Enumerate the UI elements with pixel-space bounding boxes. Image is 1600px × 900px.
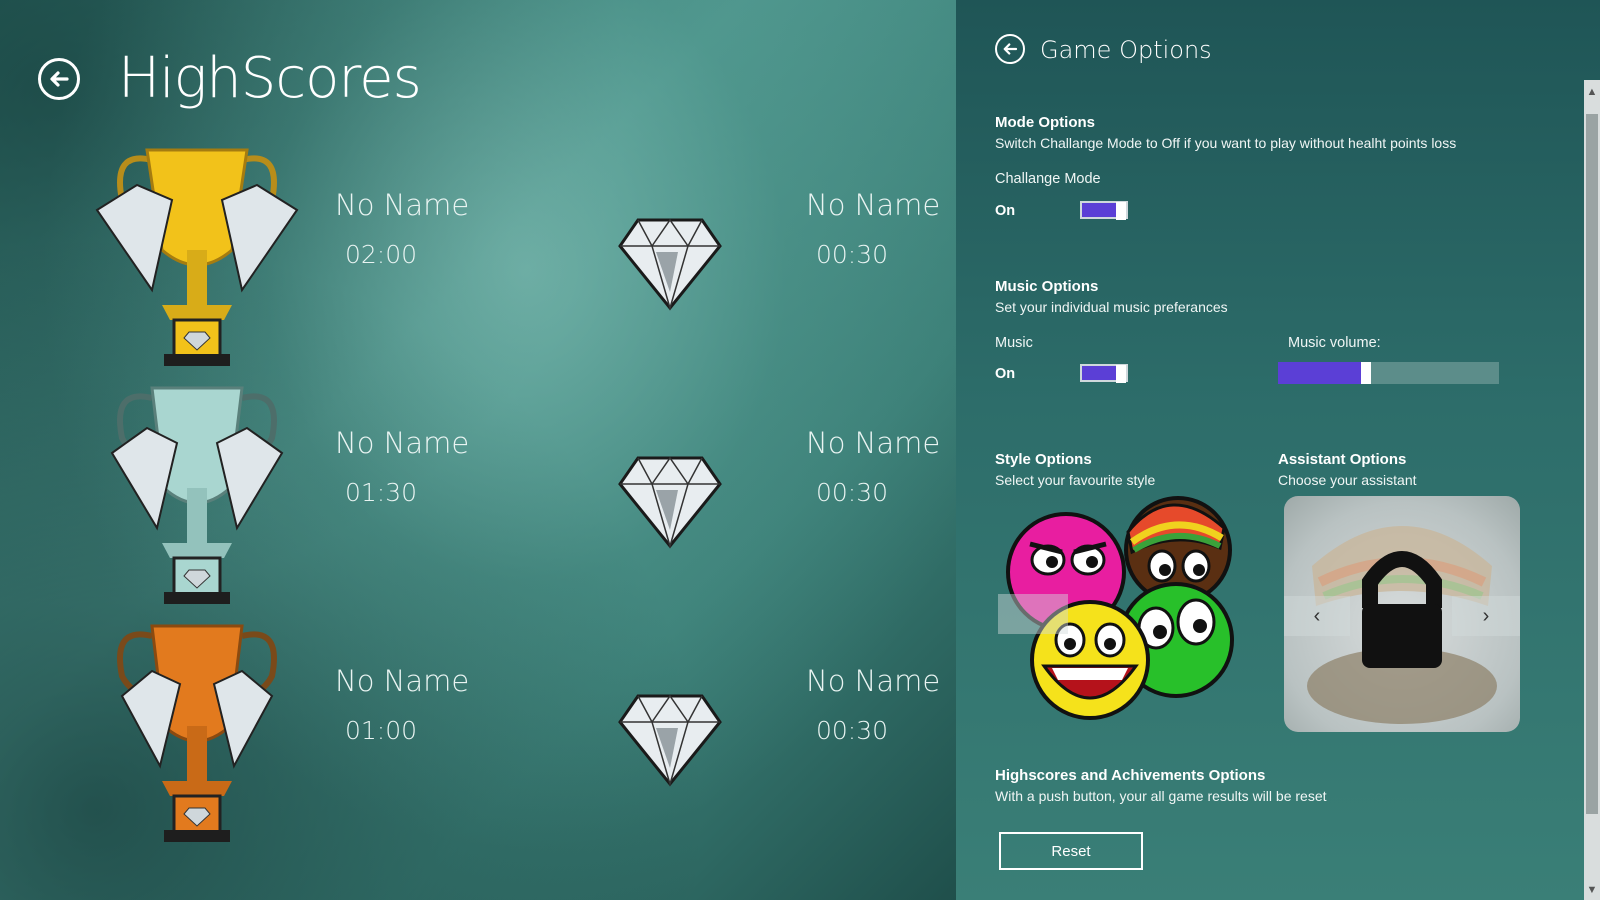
music-volume-label: Music volume: <box>1288 335 1381 351</box>
music-volume-slider[interactable] <box>1278 362 1499 384</box>
options-title: Game Options <box>1040 36 1212 64</box>
score-name-2: No Name <box>335 426 470 460</box>
reset-button[interactable]: Reset <box>999 832 1143 870</box>
highscores-options-title: Highscores and Achivements Options <box>995 767 1266 784</box>
toggle-knob <box>1116 202 1126 220</box>
score-time-2: 01:30 <box>345 478 418 507</box>
score-name-1: No Name <box>335 188 470 222</box>
toggle-knob <box>1116 365 1126 383</box>
style-options-desc: Select your favourite style <box>995 472 1156 488</box>
diamond-icon <box>618 694 722 787</box>
music-state: On <box>995 366 1016 382</box>
music-label: Music <box>995 335 1033 351</box>
back-button[interactable] <box>38 58 80 100</box>
chevron-left-icon: ‹ <box>1313 604 1321 627</box>
arrow-left-icon <box>1003 43 1018 55</box>
scroll-up-arrow-icon[interactable]: ▲ <box>1584 82 1600 102</box>
score-name-4: No Name <box>806 188 941 222</box>
music-options-desc: Set your individual music preferances <box>995 299 1228 315</box>
silver-trophy-icon <box>110 386 284 604</box>
diamond-icon <box>618 218 722 311</box>
assistant-options-desc: Choose your assistant <box>1278 472 1417 488</box>
score-time-3: 01:00 <box>345 716 418 745</box>
style-prev-button[interactable] <box>998 594 1068 634</box>
assistant-options-title: Assistant Options <box>1278 451 1407 468</box>
score-name-6: No Name <box>806 664 941 698</box>
page-title: HighScores <box>118 46 422 111</box>
style-options-title: Style Options <box>995 451 1092 468</box>
diamond-icon <box>618 456 722 549</box>
highscores-panel: HighScores No Name 02:00 No Name 01:30 N… <box>0 0 956 900</box>
scroll-down-arrow-icon[interactable]: ▼ <box>1584 880 1600 900</box>
scroll-thumb[interactable] <box>1586 114 1598 814</box>
assistant-preview[interactable]: ‹ › <box>1284 496 1520 732</box>
score-time-1: 02:00 <box>345 240 418 269</box>
assistant-prev-button[interactable]: ‹ <box>1284 596 1350 636</box>
score-time-5: 00:30 <box>816 478 889 507</box>
challenge-mode-label: Challange Mode <box>995 171 1101 187</box>
chevron-right-icon: › <box>1482 604 1490 627</box>
mode-options-title: Mode Options <box>995 114 1095 131</box>
slider-fill <box>1278 362 1367 384</box>
score-name-3: No Name <box>335 664 470 698</box>
slider-thumb[interactable] <box>1361 362 1372 384</box>
music-toggle[interactable] <box>1080 364 1128 383</box>
highscores-options-desc: With a push button, your all game result… <box>995 788 1327 804</box>
arrow-left-icon <box>50 71 69 87</box>
music-options-title: Music Options <box>995 278 1099 295</box>
options-back-button[interactable] <box>995 34 1025 64</box>
challenge-mode-toggle[interactable] <box>1080 201 1128 220</box>
scrollbar[interactable]: ▲ ▼ <box>1584 80 1600 900</box>
challenge-mode-state: On <box>995 203 1016 219</box>
mode-options-desc: Switch Challange Mode to Off if you want… <box>995 135 1457 151</box>
score-time-4: 00:30 <box>816 240 889 269</box>
game-options-panel: Game Options Mode Options Switch Challan… <box>956 0 1600 900</box>
score-time-6: 00:30 <box>816 716 889 745</box>
gold-trophy-icon <box>95 148 299 366</box>
assistant-next-button[interactable]: › <box>1452 596 1520 636</box>
bronze-trophy-icon <box>117 624 277 842</box>
score-name-5: No Name <box>806 426 941 460</box>
